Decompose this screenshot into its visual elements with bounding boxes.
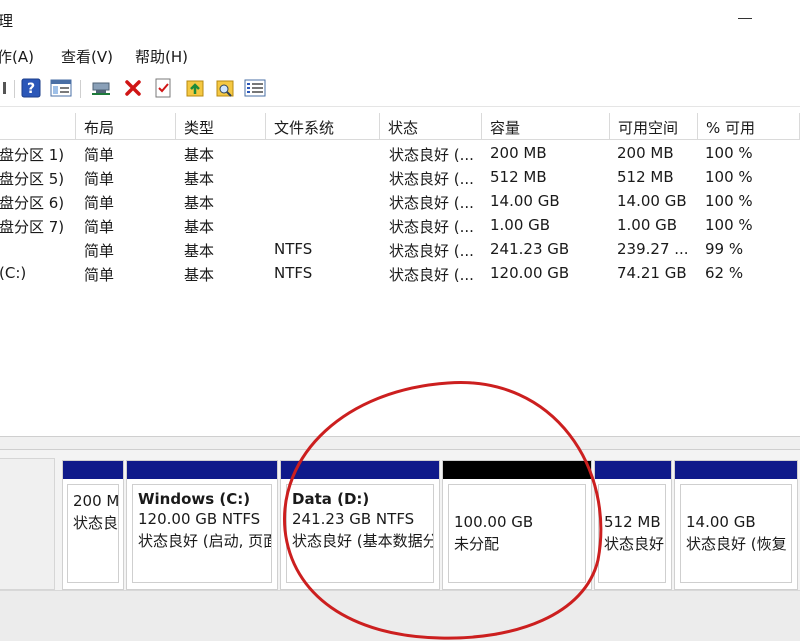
annotation-circle <box>283 381 603 640</box>
